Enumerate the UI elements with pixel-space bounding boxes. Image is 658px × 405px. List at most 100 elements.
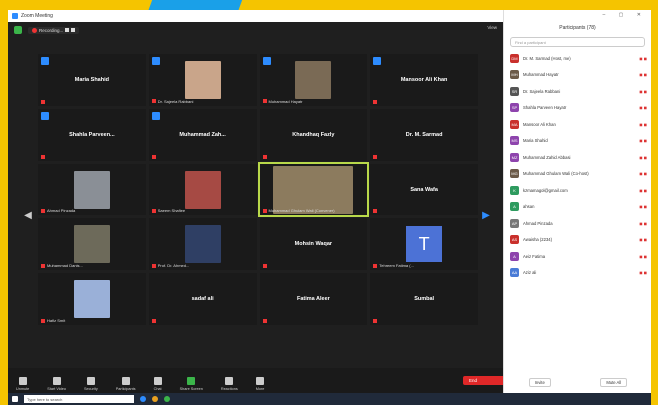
video-tile[interactable]: Ahmad Pinzada [38, 163, 146, 216]
taskbar-app-icon[interactable] [152, 396, 158, 402]
participant-avatar: T [406, 226, 443, 263]
tile-caption: Tehreem Fatima (... [373, 263, 414, 268]
toolbar-button-chat[interactable]: Chat [154, 377, 162, 391]
share-screen-icon [187, 377, 196, 385]
video-tile[interactable]: Shahla Parveen... [38, 108, 146, 161]
video-tile[interactable]: Dr. Sajeela Rabbani [148, 54, 257, 106]
tile-caption [41, 154, 47, 159]
participant-row[interactable]: SP Shahla Parveen Hayatr ◼ ◼ [504, 100, 651, 117]
toolbar-button-share-screen[interactable]: Share Screen [180, 377, 203, 391]
participant-row[interactable]: Aahsan ◼ ◼ [504, 199, 651, 216]
participant-row[interactable]: AA Aziz ali ◼ ◼ [504, 265, 651, 282]
window-controls[interactable]: ‒ ▢ ✕ [603, 12, 647, 18]
tile-caption [373, 209, 379, 214]
participant-avatar: AP [510, 218, 519, 228]
video-tile[interactable]: Prof. Dr. Ahmed... [148, 218, 257, 271]
muted-mic-camera-icon: ◼ ◼ [639, 220, 647, 226]
next-page-arrow-icon[interactable]: ▶ [480, 200, 492, 230]
participant-row[interactable]: MS Maria Shahid ◼ ◼ [504, 133, 651, 150]
tile-caption [151, 319, 158, 324]
meeting-top-bar: Recording... View [8, 22, 503, 38]
toolbar-button-reactions[interactable]: Reactions [221, 377, 238, 391]
muted-mic-camera-icon: ◼ ◼ [639, 154, 647, 160]
video-tile[interactable]: sadaf ali [148, 273, 257, 326]
taskbar-app-icon[interactable] [164, 396, 170, 402]
tile-caption-name: Muhammad Hayatr [268, 98, 303, 104]
recording-indicator: Recording... [28, 26, 80, 34]
tile-caption [262, 264, 269, 269]
participant-video [73, 225, 110, 264]
invite-button[interactable]: Invite [528, 378, 551, 387]
previous-page-arrow-icon[interactable]: ◀ [22, 200, 34, 230]
participant-row[interactable]: MA Mansoor Ali Khan ◼ ◼ [504, 116, 651, 133]
video-tile[interactable]: Sana Wafa [370, 163, 478, 216]
raised-hand-icon [373, 57, 382, 65]
video-tile[interactable]: Hafiz Smit [38, 273, 146, 326]
participant-row[interactable]: MG Muhammad Ghulam Wali (Co-host) ◼ ◼ [504, 166, 651, 183]
view-button[interactable]: View [487, 25, 497, 30]
participant-avatar: MG [510, 169, 519, 179]
video-tile[interactable]: Sumbal [370, 273, 478, 326]
encryption-shield-icon[interactable] [14, 26, 22, 34]
muted-mic-icon [373, 154, 378, 159]
toolbar-button-unmute[interactable]: Unmute [16, 377, 29, 391]
stop-recording-icon[interactable] [71, 28, 76, 32]
video-tile[interactable]: Khandhaq Fazly [259, 108, 368, 161]
participant-name: Mansoor Ali Khan [523, 121, 556, 127]
toolbar-button-security[interactable]: Security [84, 377, 98, 391]
participant-row[interactable]: SR Dr. Sajeela Rabbani ◼ ◼ [504, 83, 651, 100]
video-tile[interactable]: Muhammad Hayatr [259, 54, 368, 106]
participant-row[interactable]: AP Ahmad Pinzada ◼ ◼ [504, 215, 651, 232]
participant-video [184, 170, 221, 209]
video-tile[interactable]: Muhammad Ghulam Wali (Convener) [257, 161, 370, 218]
participant-search-input[interactable]: Find a participant [510, 37, 645, 47]
participants-panel: ‒ ▢ ✕ Participants (78) Find a participa… [503, 10, 651, 393]
windows-taskbar: Type here to search [8, 393, 651, 405]
participant-name: Muhammad Zahid Abbasi [523, 154, 571, 160]
participant-name: Maria Shahid [523, 138, 548, 144]
pause-recording-icon[interactable] [65, 28, 70, 32]
tile-caption [373, 319, 379, 324]
taskbar-search-input[interactable]: Type here to search [24, 395, 134, 403]
video-tile[interactable]: Maria Shahid [38, 54, 146, 106]
muted-mic-icon [262, 208, 267, 213]
video-tile[interactable]: Dr. M. Sarmad [370, 108, 478, 161]
participant-row[interactable]: Kkzmamagol@gmail.com ◼ ◼ [504, 182, 651, 199]
zoom-meeting-window: Zoom Meeting Recording... View ◀ ▶ Maria… [8, 10, 651, 393]
participant-name: ahsan [523, 204, 535, 210]
taskbar-app-icon[interactable] [140, 396, 146, 402]
toolbar-label: Start Video [47, 387, 67, 391]
video-tile[interactable]: Mansoor Ali Khan [370, 54, 478, 106]
video-tile[interactable]: Muhammad Zah... [148, 108, 257, 161]
unmute-icon [18, 377, 27, 385]
tile-caption-name: Prof. Dr. Ahmed... [157, 263, 190, 269]
muted-mic-icon [373, 209, 378, 214]
participant-row[interactable]: MH Muhammad Hayatr ◼ ◼ [504, 67, 651, 84]
raised-hand-icon [151, 111, 160, 120]
mute-all-button[interactable]: Mute All [600, 378, 628, 387]
toolbar-button-participants[interactable]: Participants [116, 377, 136, 391]
toolbar-button-more[interactable]: More [256, 377, 264, 391]
video-tile[interactable]: Mohsin Waqar [259, 218, 368, 271]
video-tile[interactable]: Fatima Aleer [259, 273, 368, 326]
video-tile[interactable]: T Tehreem Fatima (... [370, 218, 478, 271]
participant-name: Aeiz Fatima [523, 253, 546, 259]
title-bar: Zoom Meeting [8, 10, 503, 22]
zoom-app-icon [12, 13, 18, 19]
participants-icon [121, 377, 130, 385]
meeting-toolbar: Unmute Start Video Security Participants Cha… [8, 368, 503, 393]
video-tile[interactable]: Muhammad Danis... [38, 218, 146, 271]
participant-row[interactable]: MZ Muhammad Zahid Abbasi ◼ ◼ [504, 149, 651, 166]
participant-row[interactable]: DM Dr. M. Sarmad (Host, me) ◼ ◼ [504, 50, 651, 67]
participant-name: sadaf ali [191, 296, 214, 303]
participant-row[interactable]: A Aeiz Fatima ◼ ◼ [504, 248, 651, 265]
participant-video [73, 170, 110, 209]
participant-row[interactable]: AS Awaisha (2234) ◼ ◼ [504, 232, 651, 249]
start-menu-icon[interactable] [12, 396, 18, 402]
participant-name: Dr. M. Sarmad [405, 131, 443, 138]
toolbar-button-start-video[interactable]: Start Video [47, 377, 66, 391]
participants-panel-footer: Invite Mute All [504, 378, 652, 387]
participant-name: kzmamagol@gmail.com [523, 187, 568, 193]
video-tile[interactable]: Saeem Shafiee [148, 163, 257, 216]
muted-mic-icon [262, 154, 267, 159]
